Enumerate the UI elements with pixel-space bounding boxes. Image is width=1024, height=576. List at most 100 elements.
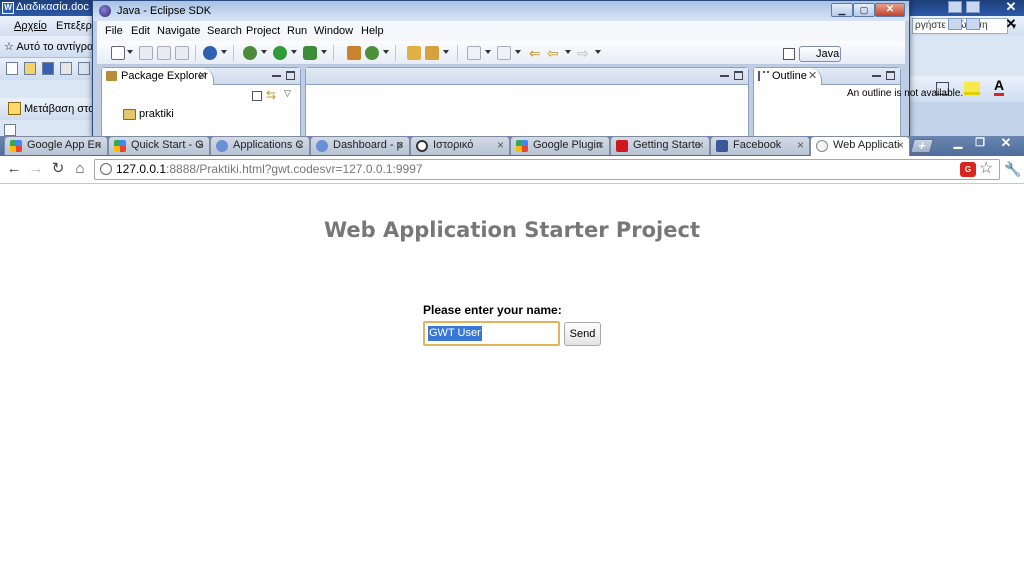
minimize-icon[interactable]: ▁ — [831, 3, 853, 17]
tab-applications[interactable]: Applications C × — [210, 136, 310, 155]
chevron-down-icon[interactable] — [221, 50, 227, 54]
link-with-editor-icon[interactable]: ⇆ — [266, 89, 276, 101]
home-icon[interactable]: ⌂ — [72, 161, 88, 177]
tab-history[interactable]: Ιστορικό × — [410, 136, 510, 155]
back-icon[interactable]: ⇦ — [547, 46, 561, 60]
new-tab-button[interactable]: + — [910, 138, 934, 153]
ruler-tab-selector[interactable] — [4, 124, 16, 136]
close-icon[interactable]: × — [897, 137, 904, 154]
close-icon[interactable]: × — [797, 137, 804, 154]
close-icon[interactable]: × — [497, 137, 504, 154]
chevron-down-icon[interactable] — [383, 50, 389, 54]
menu-run[interactable]: Run — [287, 25, 307, 37]
menu-search[interactable]: Search — [207, 25, 242, 37]
back-arrow-icon[interactable]: ← — [6, 161, 22, 177]
tab-google-plugin[interactable]: Google Plugin × — [510, 136, 610, 155]
chevron-down-icon[interactable] — [291, 50, 297, 54]
chevron-down-icon[interactable] — [321, 50, 327, 54]
word-close-icon[interactable]: ✕ — [1002, 0, 1020, 14]
forward-arrow-icon[interactable]: → — [28, 161, 44, 177]
last-edit-icon[interactable]: ⇐ — [529, 46, 543, 60]
chevron-down-icon[interactable] — [515, 50, 521, 54]
menu-window[interactable]: Window — [314, 25, 353, 37]
eclipse-titlebar[interactable]: Java - Eclipse SDK ▁ ▢ ✕ — [93, 1, 909, 21]
debug-icon[interactable] — [243, 46, 257, 60]
new-document-icon[interactable] — [6, 62, 18, 75]
tab-facebook[interactable]: Facebook × — [710, 136, 810, 155]
run-icon[interactable] — [273, 46, 287, 60]
new-class-icon[interactable] — [365, 46, 379, 60]
close-icon[interactable]: × — [597, 137, 604, 154]
close-icon[interactable]: × — [197, 137, 204, 154]
chevron-down-icon[interactable] — [485, 50, 491, 54]
new-java-project-icon[interactable] — [347, 46, 361, 60]
menu-navigate[interactable]: Navigate — [157, 25, 200, 37]
search-icon[interactable] — [425, 46, 439, 60]
tab-dashboard[interactable]: Dashboard - p × — [310, 136, 410, 155]
google-services-icon[interactable] — [203, 46, 217, 60]
chevron-down-icon[interactable] — [565, 50, 571, 54]
font-color-icon[interactable]: A — [994, 78, 1005, 96]
permission-icon[interactable] — [60, 62, 72, 75]
save-icon[interactable] — [139, 46, 153, 60]
restore-icon[interactable] — [966, 1, 980, 13]
highlight-icon[interactable] — [964, 82, 980, 95]
chevron-down-icon[interactable] — [443, 50, 449, 54]
maximize-icon[interactable]: ▢ — [853, 3, 875, 17]
minimize-icon[interactable] — [948, 18, 962, 30]
maximize-view-icon[interactable] — [886, 71, 895, 80]
tab-google-app-engine[interactable]: Google App En × — [4, 136, 108, 155]
send-button[interactable]: Send — [564, 322, 601, 346]
forward-icon[interactable]: ⇨ — [577, 46, 591, 60]
collapse-all-icon[interactable] — [252, 91, 262, 101]
menu-file[interactable]: File — [105, 25, 123, 37]
word-document-close-icon[interactable]: ✕ — [1002, 17, 1020, 31]
chevron-down-icon[interactable] — [127, 50, 133, 54]
close-icon[interactable]: × — [95, 137, 102, 154]
print-icon[interactable] — [175, 46, 189, 60]
name-input[interactable] — [423, 321, 560, 346]
view-menu-icon[interactable]: ▽ — [284, 88, 291, 99]
close-icon[interactable]: × — [397, 137, 404, 154]
word-style-selector[interactable]: ☆ Αυτό το αντίγρα — [4, 40, 93, 53]
bookmark-star-icon[interactable]: ☆ — [979, 160, 993, 178]
tab-quick-start[interactable]: Quick Start - G × — [108, 136, 210, 155]
open-type-icon[interactable] — [407, 46, 421, 60]
gwt-developer-plugin-icon[interactable]: G — [960, 162, 976, 177]
restore-icon[interactable] — [966, 18, 980, 30]
close-icon[interactable]: ✕ — [875, 3, 905, 17]
close-icon[interactable]: × — [297, 137, 304, 154]
save-icon[interactable] — [42, 62, 54, 75]
new-icon[interactable] — [111, 46, 125, 60]
page-info-icon[interactable] — [100, 163, 112, 175]
previous-annotation-icon[interactable] — [497, 46, 511, 60]
tree-item-project[interactable]: praktiki — [139, 108, 174, 120]
tab-getting-started[interactable]: Getting Starte × — [610, 136, 710, 155]
maximize-view-icon[interactable] — [734, 71, 743, 80]
open-perspective-icon[interactable] — [783, 48, 795, 60]
menu-help[interactable]: Help — [361, 25, 384, 37]
print-icon[interactable] — [78, 62, 90, 75]
close-icon[interactable]: ✕ — [994, 136, 1018, 151]
chevron-down-icon[interactable] — [595, 50, 601, 54]
minimize-icon[interactable]: ▁ — [948, 137, 968, 151]
word-menu-file[interactable]: Αρχείο — [14, 20, 47, 32]
menu-project[interactable]: Project — [246, 25, 280, 37]
word-navigation-label[interactable]: Μετάβαση στο — [24, 103, 94, 115]
java-perspective-button[interactable]: Java — [799, 46, 841, 62]
menu-edit[interactable]: Edit — [131, 25, 150, 37]
tab-package-explorer[interactable]: Package Explorer ✕ — [102, 68, 214, 85]
minimize-view-icon[interactable] — [272, 71, 281, 77]
reload-icon[interactable]: ↻ — [50, 161, 66, 177]
close-icon[interactable]: ✕ — [808, 68, 817, 84]
next-annotation-icon[interactable] — [467, 46, 481, 60]
chevron-down-icon[interactable] — [261, 50, 267, 54]
close-icon[interactable]: × — [697, 137, 704, 154]
save-all-icon[interactable] — [157, 46, 171, 60]
minimize-icon[interactable] — [948, 1, 962, 13]
minimize-view-icon[interactable] — [872, 71, 881, 77]
close-icon[interactable]: ✕ — [198, 68, 207, 84]
address-url[interactable]: 127.0.0.1:8888/Praktiki.html?gwt.codesvr… — [116, 162, 423, 176]
tab-outline[interactable]: Outline ✕ — [754, 68, 822, 85]
external-tools-icon[interactable] — [303, 46, 317, 60]
